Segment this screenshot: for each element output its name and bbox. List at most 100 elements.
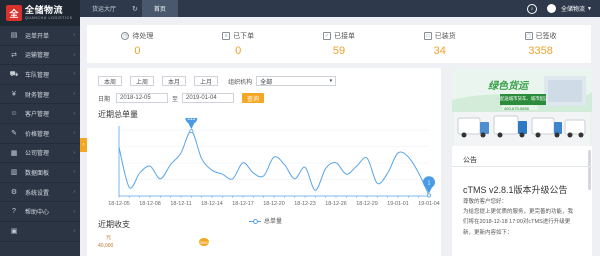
data-point xyxy=(189,129,194,134)
org-select[interactable]: 全部 ▾ xyxy=(256,76,337,86)
clock-icon: ◷ xyxy=(121,32,130,40)
chevron-right-icon: › xyxy=(73,71,75,78)
price-icon: ✎ xyxy=(11,130,17,138)
income-yaxis-top: 40,000 xyxy=(98,243,114,249)
refresh-icon: ↻ xyxy=(132,5,138,13)
stat-loaded[interactable]: ▭ 已装货 34 xyxy=(389,25,490,63)
tab-home[interactable]: 首页 xyxy=(141,0,178,17)
logo[interactable]: 全 全储物流 QUANCHU LOGISTICS xyxy=(0,0,80,26)
x-tick-label: 19-01-01 xyxy=(387,201,409,207)
sidebar-item-settings[interactable]: ⚙ 系统设置 › xyxy=(0,183,80,203)
sidebar-item-company[interactable]: ▦ 公司管理 › xyxy=(0,144,80,164)
stat-ordered[interactable]: ≡ 已下单 0 xyxy=(188,25,289,63)
banner-subline: 配送城市货车、城市配送车 xyxy=(500,96,546,101)
customer-icon: ☺ xyxy=(10,110,18,118)
marker-label: 1 xyxy=(428,180,431,186)
truck-icon: ⛟ xyxy=(9,70,19,78)
x-tick-label: 18-12-11 xyxy=(170,201,191,207)
signed-icon: ▢ xyxy=(524,32,533,40)
sidebar-item-help[interactable]: ? 帮助中心 › xyxy=(0,202,80,222)
chevron-right-icon: › xyxy=(73,189,75,196)
logo-subtext: QUANCHU LOGISTICS xyxy=(25,15,73,20)
help-icon: ? xyxy=(12,208,16,216)
logo-text: 全储物流 xyxy=(25,4,64,15)
notice-body: 尊敬的客户您好： 为给您提上更优质的服务，更完善的功能，我 们将在2018-12… xyxy=(463,197,587,238)
settings-icon: ⚙ xyxy=(10,189,18,197)
document-icon: ▤ xyxy=(10,32,18,40)
chart-legend[interactable]: 总单量 xyxy=(249,216,282,225)
income-marker: 3500 xyxy=(199,238,209,246)
stat-signed[interactable]: ▢ 已签收 3358 xyxy=(490,25,591,63)
data-point xyxy=(426,193,431,198)
period-filter-row: 本周 上周 本月 上月 组织机构 全部 ▾ xyxy=(98,76,337,86)
date-label: 日期 xyxy=(98,96,111,103)
x-tick-label: 18-12-14 xyxy=(201,201,223,207)
notice-line: 们将在2018-12-18 17:00对cTMS进行升级更 xyxy=(463,219,571,226)
date-separator: 至 xyxy=(172,96,179,103)
sidebar-item-price[interactable]: ✎ 价格管理 › xyxy=(0,124,80,144)
sidebar-item-customer[interactable]: ☺ 客户管理 › xyxy=(0,104,80,124)
bell-icon[interactable]: ♪ xyxy=(527,3,538,14)
accept-icon: ✓ xyxy=(322,32,331,40)
x-tick-label: 18-12-08 xyxy=(139,201,161,207)
company-icon: ▦ xyxy=(10,149,18,157)
query-button[interactable]: 查询 xyxy=(242,93,265,103)
org-label: 组织机构 xyxy=(228,79,253,86)
notice-line: 新，更新内容如下： xyxy=(463,229,513,236)
sidebar-item-dashboard[interactable]: ▥ 数据面板 › xyxy=(0,163,80,183)
date-from-input[interactable]: 2018-12-05 xyxy=(116,93,169,103)
income-unit: 元 xyxy=(106,235,112,241)
logo-mark-icon: 全 xyxy=(6,5,22,21)
chevron-right-icon: › xyxy=(73,208,75,215)
avatar xyxy=(547,4,557,13)
chevron-right-icon: › xyxy=(73,228,75,235)
chevron-left-icon: ‹ xyxy=(82,142,85,148)
chevron-down-icon: ▾ xyxy=(329,78,333,84)
orders-line-chart: 18-12-05 18-12-08 18-12-11 18-12-14 18-12-17… xyxy=(108,118,440,207)
stat-accepted[interactable]: ✓ 已接单 59 xyxy=(289,25,390,63)
sidebar-item-extra[interactable]: ▣ › xyxy=(0,222,80,242)
x-tick-label: 19-01-04 xyxy=(418,201,440,207)
this-week-button[interactable]: 本周 xyxy=(98,76,123,86)
sidebar-item-waybill[interactable]: ▤ 运单开单 › xyxy=(0,26,80,46)
transport-icon: ⇄ xyxy=(11,51,17,59)
tab-notice[interactable]: 公告 xyxy=(452,153,592,167)
x-tick-label: 18-12-26 xyxy=(325,201,347,207)
chevron-right-icon: › xyxy=(73,91,75,98)
notice-title[interactable]: cTMS v2.8.1版本升级公告 xyxy=(463,183,568,196)
stat-value: 0 xyxy=(134,45,141,57)
stat-value: 0 xyxy=(235,45,242,57)
chevron-right-icon: › xyxy=(73,149,75,156)
last-week-button[interactable]: 上周 xyxy=(130,76,155,86)
x-tick-label: 18-12-20 xyxy=(263,201,285,207)
this-month-button[interactable]: 本月 xyxy=(162,76,187,86)
stats-bar: ◷ 待处理 0 ≡ 已下单 0 ✓ 已接单 59 ▭ 已装货 34 ▢ 已签收 3358 xyxy=(87,25,591,63)
chevron-right-icon: › xyxy=(73,32,75,39)
collapse-sidebar-button[interactable]: ‹ xyxy=(80,138,87,152)
x-tick-label: 18-12-05 xyxy=(108,201,130,207)
stat-pending[interactable]: ◷ 待处理 0 xyxy=(87,25,188,63)
sidebar-item-finance[interactable]: ¥ 财务管理 › xyxy=(0,85,80,105)
tab-freight-hall[interactable]: 货运大厅 xyxy=(80,0,128,17)
stat-value: 59 xyxy=(332,45,346,57)
legend-label: 总单量 xyxy=(264,219,283,225)
side-panel: 绿色货运 配送城市货车、城市配送车 400-675-5858 公告 cTMS v… xyxy=(452,68,592,256)
user-menu[interactable]: 全储物流 ▼ xyxy=(547,4,592,13)
stat-value: 34 xyxy=(433,45,446,57)
sidebar-item-fleet[interactable]: ⛟ 车队管理 › xyxy=(0,65,80,85)
banner-headline: 绿色货运 xyxy=(488,81,528,92)
x-tick-label: 18-12-29 xyxy=(356,201,378,207)
date-filter-row: 日期 2018-12-05 至 2019-01-04 查询 xyxy=(98,93,265,103)
extra-icon: ▣ xyxy=(10,228,18,236)
top-bar: 货运大厅 ↻ 首页 ♪ 全储物流 ▼ xyxy=(80,0,600,17)
promo-banner[interactable]: 绿色货运 配送城市货车、城市配送车 400-675-5858 xyxy=(452,68,592,146)
last-month-button[interactable]: 上月 xyxy=(194,76,219,86)
chevron-right-icon: › xyxy=(73,130,75,137)
sidebar-item-transport[interactable]: ⇄ 运输管理 › xyxy=(0,46,80,66)
income-section-title: 近期收支 xyxy=(98,220,130,229)
stat-value: 3358 xyxy=(528,45,553,57)
refresh-button[interactable]: ↻ xyxy=(128,0,142,17)
x-tick-label: 18-12-17 xyxy=(232,201,254,207)
legend-line-icon xyxy=(249,218,261,224)
date-to-input[interactable]: 2019-01-04 xyxy=(182,93,235,103)
